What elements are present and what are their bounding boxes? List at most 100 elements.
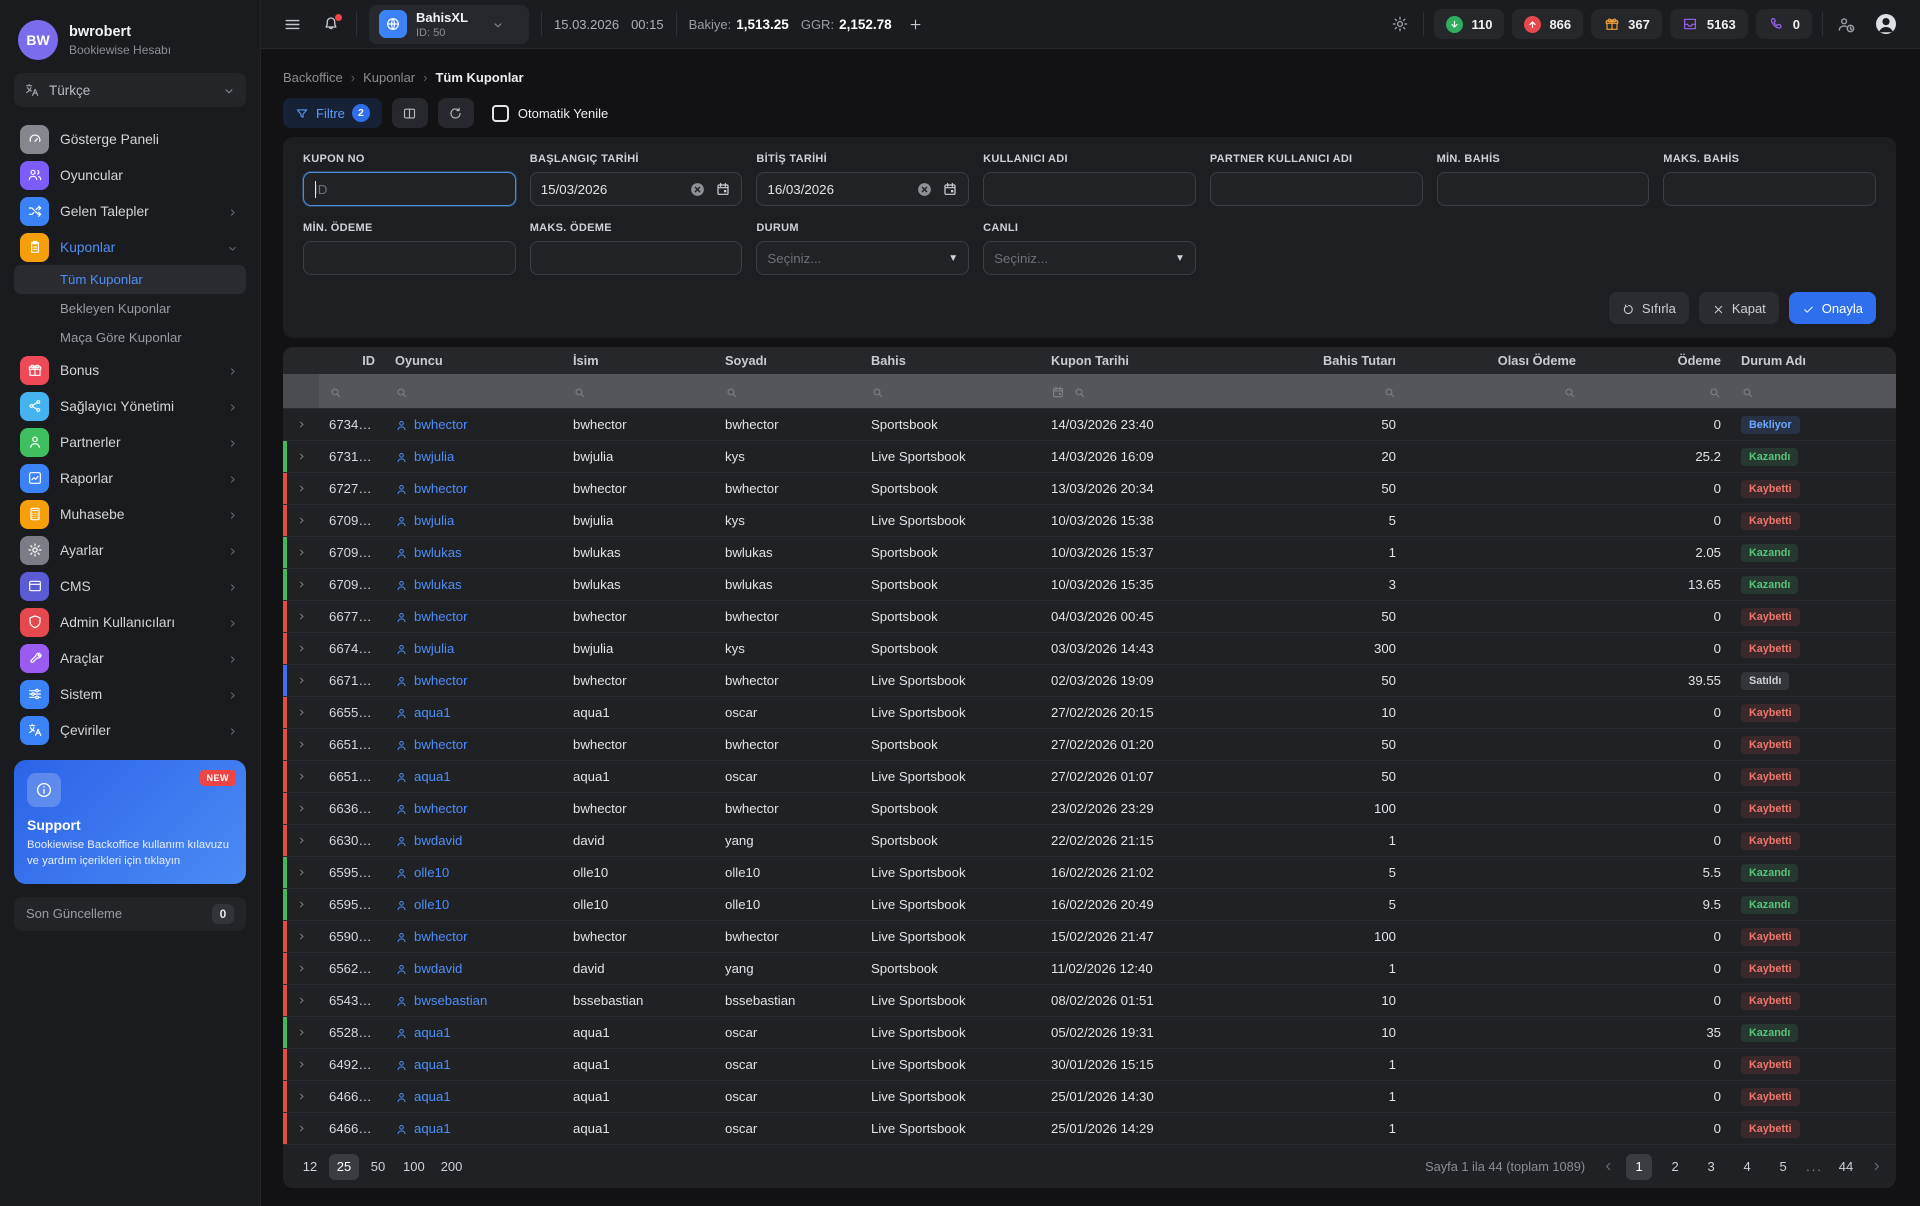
clear-icon[interactable] bbox=[689, 181, 706, 198]
expand-row-button[interactable] bbox=[283, 963, 319, 974]
expand-row-button[interactable] bbox=[283, 835, 319, 846]
column-filter-4[interactable] bbox=[861, 383, 1041, 398]
sidebar-subitem-t-m-kuponlar[interactable]: Tüm Kuponlar bbox=[14, 265, 246, 294]
player-link[interactable]: bwjulia bbox=[395, 641, 553, 656]
player-link[interactable]: bwhector bbox=[395, 673, 553, 688]
columns-button[interactable] bbox=[392, 98, 428, 128]
column-filter-7[interactable] bbox=[1406, 383, 1586, 398]
player-link[interactable]: bwhector bbox=[395, 801, 553, 816]
column-filter-9[interactable] bbox=[1731, 383, 1896, 398]
calendar-icon[interactable] bbox=[1051, 383, 1065, 399]
page-44-button[interactable]: 44 bbox=[1833, 1154, 1859, 1180]
expand-row-button[interactable] bbox=[283, 579, 319, 590]
settings-button[interactable] bbox=[1387, 11, 1413, 37]
column-header-8[interactable]: Ödeme bbox=[1586, 353, 1731, 368]
sidebar-item-ayarlar[interactable]: Ayarlar bbox=[14, 532, 246, 568]
bi-ti-ş-tari-hi--date-input[interactable]: 16/03/2026 bbox=[756, 172, 969, 206]
kullanici-adi-input-field[interactable] bbox=[994, 182, 1185, 197]
sidebar-item-sa-lay-c-y-netimi[interactable]: Sağlayıcı Yönetimi bbox=[14, 388, 246, 424]
maks-ödeme-input-field[interactable] bbox=[541, 251, 732, 266]
expand-row-button[interactable] bbox=[283, 483, 319, 494]
support-card[interactable]: NEW Support Bookiewise Backoffice kullan… bbox=[14, 760, 246, 884]
column-header-4[interactable]: Bahis bbox=[861, 353, 1041, 368]
maks-ödeme-input[interactable] bbox=[530, 241, 743, 275]
player-link[interactable]: bwhector bbox=[395, 737, 553, 752]
player-link[interactable]: aqua1 bbox=[395, 1057, 553, 1072]
sidebar-subitem-ma-a-g-re-kuponlar[interactable]: Maça Göre Kuponlar bbox=[14, 323, 246, 352]
column-header-7[interactable]: Olası Ödeme bbox=[1406, 353, 1586, 368]
expand-row-button[interactable] bbox=[283, 899, 319, 910]
player-link[interactable]: bwlukas bbox=[395, 545, 553, 560]
sidebar-item-sistem[interactable]: Sistem bbox=[14, 676, 246, 712]
sidebar-subitem-bekleyen-kuponlar[interactable]: Bekleyen Kuponlar bbox=[14, 294, 246, 323]
expand-row-button[interactable] bbox=[283, 771, 319, 782]
sidebar-item-admin-kullan-c-lar-[interactable]: Admin Kullanıcıları bbox=[14, 604, 246, 640]
notifications-button[interactable] bbox=[318, 11, 344, 37]
page-2-button[interactable]: 2 bbox=[1662, 1154, 1688, 1180]
expand-row-button[interactable] bbox=[283, 547, 319, 558]
add-button[interactable] bbox=[904, 12, 927, 36]
player-link[interactable]: bwlukas bbox=[395, 577, 553, 592]
page-size-100[interactable]: 100 bbox=[397, 1154, 431, 1180]
sidebar-item-muhasebe[interactable]: Muhasebe bbox=[14, 496, 246, 532]
player-link[interactable]: aqua1 bbox=[395, 705, 553, 720]
page-3-button[interactable]: 3 bbox=[1698, 1154, 1724, 1180]
column-filter-6[interactable] bbox=[1301, 383, 1406, 398]
player-link[interactable]: bwjulia bbox=[395, 513, 553, 528]
column-header-5[interactable]: Kupon Tarihi bbox=[1041, 353, 1301, 368]
player-link[interactable]: bwhector bbox=[395, 417, 553, 432]
durum-select[interactable]: Seçiniz...▼ bbox=[756, 241, 969, 275]
column-header-0[interactable]: ID bbox=[319, 353, 385, 368]
player-link[interactable]: olle10 bbox=[395, 865, 553, 880]
column-filter-0[interactable] bbox=[319, 383, 385, 398]
mi-n-bahi-s-input-field[interactable] bbox=[1448, 182, 1639, 197]
sidebar-item-gelen-talepler[interactable]: Gelen Talepler bbox=[14, 193, 246, 229]
expand-row-button[interactable] bbox=[283, 707, 319, 718]
expand-row-button[interactable] bbox=[283, 675, 319, 686]
player-link[interactable]: bwhector bbox=[395, 929, 553, 944]
mi-n-ödeme-input-field[interactable] bbox=[314, 251, 505, 266]
auto-refresh-toggle[interactable]: Otomatik Yenile bbox=[492, 105, 608, 122]
filter-toggle-button[interactable]: Filtre 2 bbox=[283, 98, 382, 128]
sidebar-item-partnerler[interactable]: Partnerler bbox=[14, 424, 246, 460]
expand-row-button[interactable] bbox=[283, 1059, 319, 1070]
column-filter-2[interactable] bbox=[563, 383, 715, 398]
refresh-button[interactable] bbox=[438, 98, 474, 128]
sidebar-item--eviriler[interactable]: Çeviriler bbox=[14, 712, 246, 748]
column-filter-3[interactable] bbox=[715, 383, 861, 398]
column-filter-1[interactable] bbox=[385, 383, 563, 398]
player-link[interactable]: bwdavid bbox=[395, 961, 553, 976]
player-link[interactable]: aqua1 bbox=[395, 1089, 553, 1104]
auto-refresh-checkbox[interactable] bbox=[492, 105, 509, 122]
next-page-button[interactable] bbox=[1869, 1159, 1884, 1174]
player-link[interactable]: bwjulia bbox=[395, 449, 553, 464]
column-header-3[interactable]: Soyadı bbox=[715, 353, 861, 368]
reset-filters-button[interactable]: Sıfırla bbox=[1609, 292, 1689, 324]
deposits-counter[interactable]: 110 bbox=[1434, 9, 1504, 39]
calls-counter[interactable]: 0 bbox=[1756, 9, 1812, 39]
player-link[interactable]: aqua1 bbox=[395, 769, 553, 784]
player-link[interactable]: bwhector bbox=[395, 609, 553, 624]
mi-n-ödeme-input[interactable] bbox=[303, 241, 516, 275]
bonuses-counter[interactable]: 367 bbox=[1591, 9, 1662, 39]
expand-row-button[interactable] bbox=[283, 803, 319, 814]
withdrawals-counter[interactable]: 866 bbox=[1512, 9, 1583, 39]
başlangiç-tari-hi--date-input[interactable]: 15/03/2026 bbox=[530, 172, 743, 206]
expand-row-button[interactable] bbox=[283, 995, 319, 1006]
sidebar-item-ara-lar[interactable]: Araçlar bbox=[14, 640, 246, 676]
sidebar-item-cms[interactable]: CMS bbox=[14, 568, 246, 604]
close-filters-button[interactable]: Kapat bbox=[1699, 292, 1779, 324]
sidebar-item-raporlar[interactable]: Raporlar bbox=[14, 460, 246, 496]
player-link[interactable]: olle10 bbox=[395, 897, 553, 912]
kullanici-adi-input[interactable] bbox=[983, 172, 1196, 206]
prev-page-button[interactable] bbox=[1601, 1159, 1616, 1174]
sidebar-item-bonus[interactable]: Bonus bbox=[14, 352, 246, 388]
menu-toggle-button[interactable] bbox=[279, 11, 306, 38]
expand-row-button[interactable] bbox=[283, 1027, 319, 1038]
kupon-no-input[interactable] bbox=[303, 172, 516, 206]
account-menu-button[interactable] bbox=[1870, 8, 1902, 40]
column-filter-5[interactable] bbox=[1041, 383, 1301, 399]
brand-selector[interactable]: BahisXL ID: 50 bbox=[369, 5, 529, 44]
column-header-1[interactable]: Oyuncu bbox=[385, 353, 563, 368]
player-link[interactable]: aqua1 bbox=[395, 1121, 553, 1136]
